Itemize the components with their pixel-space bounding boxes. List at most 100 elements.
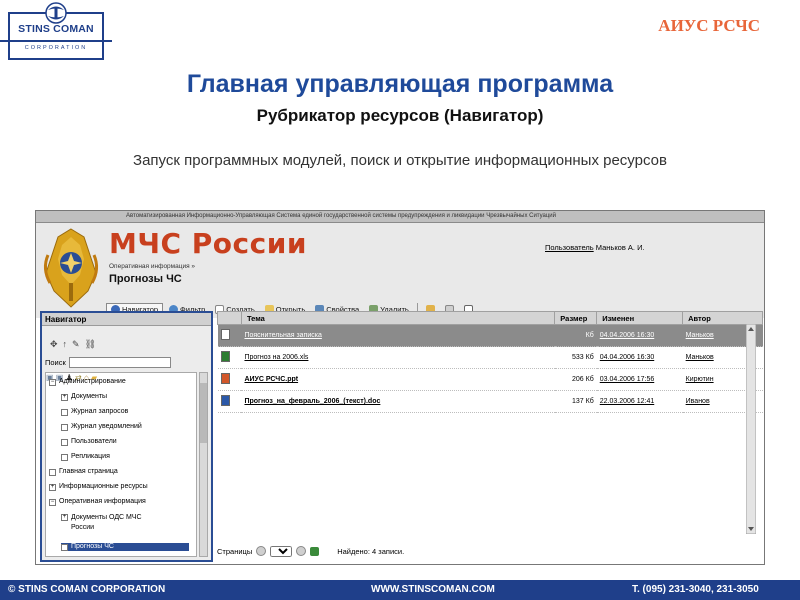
move-icon[interactable]: ✥	[50, 339, 58, 350]
user-name: Маньков А. И.	[595, 243, 645, 252]
expand-icon[interactable]: +	[61, 514, 68, 521]
tree-item-home-page[interactable]: Главная страница	[49, 468, 118, 476]
powerpoint-file-icon	[220, 373, 230, 384]
file-title[interactable]: Пояснительная записка	[241, 324, 555, 347]
tree-item-label: Пользователи	[71, 438, 117, 445]
search-input[interactable]	[68, 357, 171, 368]
page-select[interactable]: 1	[270, 545, 293, 557]
file-modified[interactable]: 04.04.2006 16:30	[596, 324, 683, 347]
file-title[interactable]: АИУС РСЧС.ppt	[241, 368, 555, 391]
file-icon-cell	[217, 346, 242, 369]
tree-item-ods-documents[interactable]: + Документы ОДС МЧС России	[61, 513, 151, 533]
expand-icon[interactable]: +	[49, 484, 56, 491]
icon-column-header	[217, 311, 242, 325]
slide-description: Запуск программных модулей, поиск и откр…	[133, 152, 667, 169]
file-title[interactable]: Прогноз_на_февраль_2006_(текст).doc	[241, 390, 555, 413]
node-icon	[61, 454, 68, 461]
mchs-logo-text: МЧС России	[109, 227, 307, 260]
refresh-icon[interactable]	[310, 546, 320, 556]
footer-website[interactable]: WWW.STINSCOMAN.COM	[371, 584, 495, 595]
word-file-icon	[220, 395, 230, 406]
logo-name: STINS COMAN	[18, 23, 94, 35]
table-row[interactable]: Прогноз на 2006.xls 533 Кб 04.04.2006 16…	[217, 346, 763, 369]
pages-label: Страницы	[217, 546, 253, 556]
file-modified[interactable]: 22.03.2006 12:41	[596, 390, 683, 413]
footer-copyright: © STINS COMAN CORPORATION	[8, 584, 166, 595]
navigator-tools: ✥ ↑ ✎ ⛓	[50, 339, 96, 350]
tree-item-forecasts[interactable]: Прогнозы ЧС	[61, 543, 189, 551]
footer-phone: T. (095) 231-3040, 231-3050	[632, 584, 759, 595]
page-title: Прогнозы ЧС	[109, 273, 182, 285]
app-header: МЧС России Оперативная информация » Прог…	[36, 223, 764, 318]
collapse-icon[interactable]: −	[49, 379, 56, 386]
user-label[interactable]: Пользователь	[545, 243, 594, 252]
prev-page-button[interactable]	[256, 546, 267, 556]
mchs-emblem-icon	[43, 228, 99, 308]
table-row[interactable]: АИУС РСЧС.ppt 206 Кб 03.04.2006 17:56 Ки…	[217, 368, 763, 391]
tree-item-notification-log[interactable]: Журнал уведомлений	[61, 423, 142, 431]
tree-item-replication[interactable]: Репликация	[61, 453, 110, 461]
file-icon-cell	[217, 368, 242, 391]
tree-item-documents[interactable]: + Документы	[61, 393, 107, 401]
navigator-panel: Навигатор ✥ ↑ ✎ ⛓ Поиск − Администрирова…	[40, 311, 213, 562]
files-table: Тема Размер Изменен Автор Пояснительная …	[217, 311, 763, 413]
table-scrollbar[interactable]	[746, 324, 756, 534]
text-file-icon	[220, 329, 230, 340]
file-modified[interactable]: 03.04.2006 17:56	[596, 368, 683, 391]
tree-item-label: Оперативная информация	[59, 498, 146, 505]
slide-subtitle: Рубрикатор ресурсов (Навигатор)	[256, 106, 544, 125]
user-info: Пользователь Маньков А. И.	[545, 243, 645, 252]
tree-item-request-log[interactable]: Журнал запросов	[61, 408, 128, 416]
tree-item-users[interactable]: Пользователи	[61, 438, 117, 446]
tree-item-label: Журнал уведомлений	[71, 423, 142, 430]
file-size: Кб	[554, 324, 597, 347]
collapse-icon[interactable]: −	[49, 499, 56, 506]
node-icon	[49, 469, 56, 476]
file-icon-cell	[217, 324, 242, 347]
file-size: 137 Кб	[554, 390, 597, 413]
slide-title: Главная управляющая программа	[186, 70, 614, 98]
column-header-size[interactable]: Размер	[554, 311, 598, 325]
table-row[interactable]: Прогноз_на_февраль_2006_(текст).doc 137 …	[217, 390, 763, 413]
column-header-modified[interactable]: Изменен	[596, 311, 684, 325]
table-header-row: Тема Размер Изменен Автор	[217, 311, 763, 325]
column-header-author[interactable]: Автор	[682, 311, 763, 325]
brand-title: АИУС РСЧС	[658, 16, 760, 35]
up-arrow-icon[interactable]: ↑	[63, 339, 68, 350]
table-row[interactable]: Пояснительная записка Кб 04.04.2006 16:3…	[217, 324, 763, 347]
expand-icon[interactable]: +	[61, 394, 68, 401]
file-modified[interactable]: 04.04.2006 16:30	[596, 346, 683, 369]
tree-item-operational-info[interactable]: − Оперативная информация	[49, 498, 146, 506]
scroll-thumb[interactable]	[200, 383, 207, 443]
tree-item-label: Администрирование	[59, 378, 126, 385]
tree-item-label: Главная страница	[59, 468, 118, 475]
records-found: Найдено: 4 записи.	[337, 546, 405, 556]
node-icon	[61, 424, 68, 431]
edit-icon[interactable]: ✎	[72, 339, 80, 350]
navigator-tree: − Администрирование + Документы Журнал з…	[45, 372, 197, 557]
excel-file-icon	[220, 351, 230, 362]
logo-emblem-icon	[45, 2, 67, 24]
search-row: Поиск	[45, 357, 171, 368]
pagination-bar: Страницы 1 Найдено: 4 записи.	[217, 544, 763, 558]
breadcrumb[interactable]: Оперативная информация »	[109, 263, 195, 270]
tree-item-label: Журнал запросов	[71, 408, 129, 415]
stins-coman-logo: STINS COMAN CORPORATION	[0, 0, 112, 64]
tree-scrollbar[interactable]	[199, 372, 208, 557]
app-window: Автоматизированная Информационно-Управля…	[35, 210, 765, 565]
tree-item-label: Документы ОДС МЧС России	[71, 514, 142, 531]
file-title[interactable]: Прогноз на 2006.xls	[241, 346, 555, 369]
link-icon[interactable]: ⛓	[85, 339, 96, 350]
tree-item-label: Репликация	[71, 453, 110, 460]
tree-item-info-resources[interactable]: + Информационные ресурсы	[49, 483, 148, 491]
next-page-button[interactable]	[296, 546, 307, 556]
navigator-title: Навигатор	[42, 313, 211, 326]
column-header-topic[interactable]: Тема	[240, 311, 556, 325]
tree-item-label: Прогнозы ЧС	[71, 543, 114, 550]
file-icon-cell	[217, 390, 242, 413]
system-title-bar: Автоматизированная Информационно-Управля…	[36, 211, 764, 223]
slide-footer: © STINS COMAN CORPORATION WWW.STINSCOMAN…	[0, 580, 800, 600]
tree-item-label: Информационные ресурсы	[59, 483, 148, 490]
tree-item-administration[interactable]: − Администрирование	[49, 378, 126, 386]
tree-item-label: Документы	[71, 393, 108, 400]
